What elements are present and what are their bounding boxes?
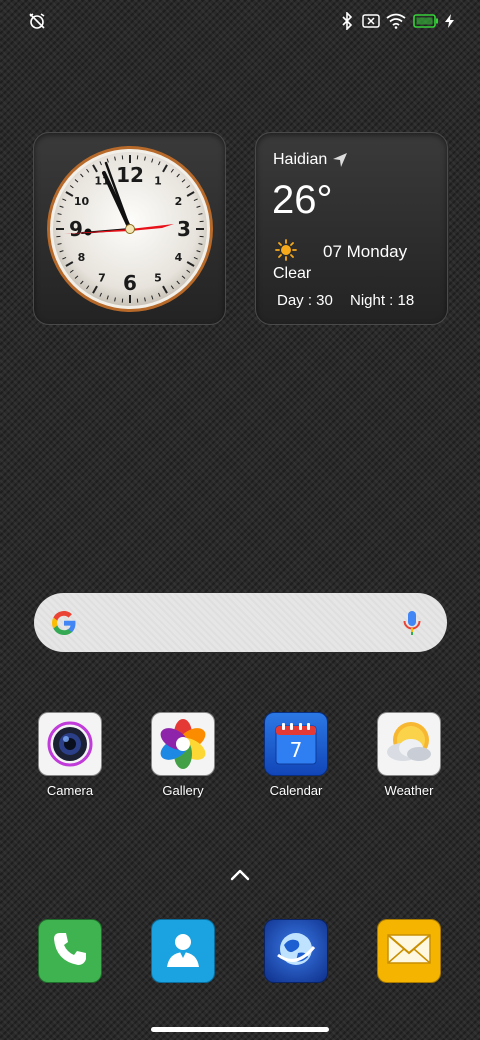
app-label-weather: Weather (384, 783, 434, 798)
dock-contacts[interactable] (151, 919, 215, 983)
clock-numeral-2: 2 (175, 195, 183, 208)
weather-city: Haidian (273, 151, 328, 168)
google-logo-icon (50, 609, 78, 642)
chevron-up-icon[interactable] (229, 867, 251, 888)
gallery-icon (151, 712, 215, 776)
clock-numeral-3: 3 (177, 217, 191, 241)
home-gesture-bar[interactable] (151, 1027, 329, 1032)
dock-browser[interactable] (264, 919, 328, 983)
app-label-calendar: Calendar (269, 783, 323, 798)
weather-day-temp: Day : 30 (277, 292, 333, 309)
calendar-day-number: 7 (290, 738, 303, 762)
google-search-bar[interactable] (34, 593, 447, 652)
analog-clock-face: 1234567891011 12 (47, 146, 213, 312)
mail-icon (385, 929, 433, 974)
battery-icon (413, 11, 439, 31)
charging-icon (443, 11, 455, 31)
weather-night-temp: Night : 18 (350, 292, 415, 309)
clock-numeral-9: 9 (69, 217, 83, 241)
microphone-icon[interactable] (402, 609, 422, 642)
clock-numeral-6: 6 (123, 271, 137, 295)
clock-numeral-8: 8 (78, 251, 86, 264)
weather-temperature: 26° (272, 178, 333, 222)
dock-mail[interactable] (377, 919, 441, 983)
app-camera[interactable]: Camera (20, 712, 120, 798)
location-arrow-icon (332, 152, 348, 173)
bluetooth-icon (339, 11, 355, 31)
sun-icon (275, 239, 297, 266)
clock-numeral-10: 10 (74, 195, 90, 208)
clock-widget[interactable]: 1 2 3 4 5 6 7 8 9 10 11 12 (33, 132, 226, 325)
app-weather[interactable]: Weather (359, 712, 459, 798)
clock-numeral-5: 5 (154, 271, 162, 284)
clock-numeral-7: 7 (98, 271, 106, 284)
dock-phone[interactable] (38, 919, 102, 983)
weather-widget[interactable]: Haidian 26° 07 Monday Clear Day : 30 Nig… (255, 132, 448, 325)
wifi-icon (386, 11, 406, 31)
weather-condition: Clear (273, 265, 312, 282)
weather-date: 07 Monday (323, 242, 408, 261)
clock-numeral-4: 4 (175, 251, 183, 264)
no-sim-icon (361, 11, 381, 31)
weather-icon (377, 712, 441, 776)
app-label-gallery: Gallery (162, 783, 204, 798)
phone-icon (48, 927, 92, 976)
camera-icon (38, 712, 102, 776)
app-label-camera: Camera (46, 783, 94, 798)
calendar-icon: 7 (264, 712, 328, 776)
app-gallery[interactable]: Gallery (133, 712, 233, 798)
status-bar (0, 0, 480, 42)
alarm-off-icon (27, 11, 47, 31)
contacts-icon (161, 927, 205, 976)
app-calendar[interactable]: 7 Calendar (246, 712, 346, 798)
clock-numeral-12: 12 (116, 163, 144, 187)
browser-icon (272, 925, 320, 978)
clock-numeral-1: 1 (154, 175, 162, 188)
